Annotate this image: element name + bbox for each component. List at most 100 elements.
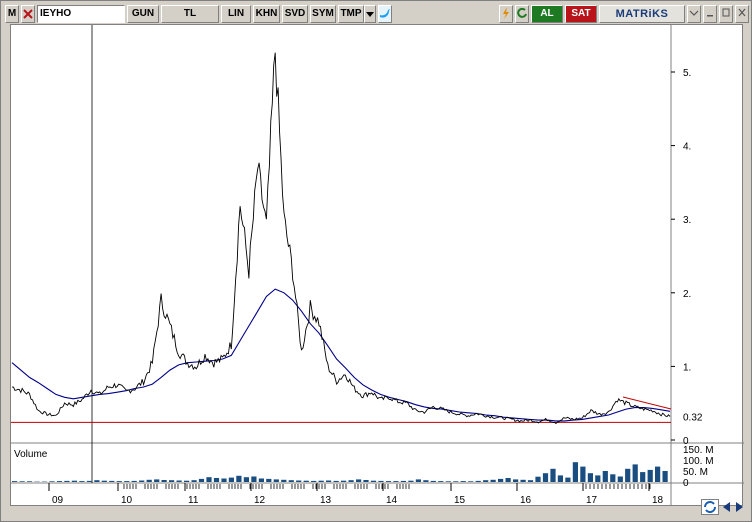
- lightning-button[interactable]: [499, 5, 513, 23]
- symbol-field[interactable]: IEYHO: [37, 5, 125, 23]
- volume-bar: [557, 475, 563, 482]
- tools-button[interactable]: [21, 5, 35, 23]
- close-icon: [738, 8, 746, 17]
- price-panel: [11, 25, 671, 443]
- volume-bar: [572, 462, 578, 482]
- volume-bar: [169, 480, 175, 482]
- volume-bar: [131, 480, 137, 482]
- volume-tick-label: 150. M: [683, 445, 714, 456]
- svd-button[interactable]: SVD: [282, 5, 308, 23]
- volume-bar: [281, 479, 287, 482]
- volume-bar: [393, 481, 399, 482]
- price-chart[interactable]: 5. 4. 3. 2. 1. 0 0.32 Volume 150. M100. M50. …: [11, 25, 744, 507]
- y-tick-label: 5.: [683, 68, 691, 79]
- tools-icon: [23, 9, 33, 19]
- volume-bar: [79, 481, 85, 482]
- price-y-ticks: 5.4.3.2.1.0: [671, 68, 691, 447]
- volume-bar: [370, 480, 377, 482]
- tmp-button[interactable]: TMP: [338, 5, 364, 23]
- maximize-button[interactable]: [719, 5, 733, 23]
- twitter-icon: [380, 9, 390, 18]
- y-tick-label: 1.: [683, 362, 691, 373]
- volume-bar: [647, 469, 653, 482]
- volume-bar: [273, 479, 279, 482]
- volume-bar: [400, 480, 406, 482]
- scale-button[interactable]: LIN: [221, 5, 251, 23]
- volume-bar: [176, 480, 182, 482]
- volume-bar: [124, 481, 130, 482]
- close-button[interactable]: [735, 5, 749, 23]
- khn-button[interactable]: KHN: [253, 5, 280, 23]
- volume-bar: [356, 479, 362, 482]
- volume-bar: [86, 480, 92, 482]
- volume-bar: [161, 480, 167, 482]
- volume-bar: [610, 474, 616, 482]
- menu-button[interactable]: M: [5, 5, 19, 23]
- volume-bar: [617, 476, 623, 482]
- scroll-right-button[interactable]: [734, 501, 745, 513]
- volume-bar: [468, 481, 474, 482]
- volume-bar: [438, 481, 444, 482]
- volume-bar: [453, 481, 459, 482]
- volume-bar: [101, 480, 107, 482]
- brand-logo: MATRiKS: [599, 5, 685, 23]
- y-tick-label: 4.: [683, 142, 691, 153]
- template-dropdown[interactable]: [364, 5, 376, 23]
- x-axis-ticks: 09 10 11 12 13 14 15 16 17 18: [48, 483, 664, 506]
- volume-bar: [64, 480, 70, 482]
- x-axis-minor-ticks: [123, 484, 651, 489]
- scroll-left-button[interactable]: [721, 501, 732, 513]
- volume-bar: [326, 480, 332, 482]
- volume-bar: [12, 481, 18, 482]
- x-tick-label: 15: [454, 495, 466, 506]
- minimize-button[interactable]: [703, 5, 717, 23]
- scroll-controls: [701, 499, 749, 517]
- sell-button[interactable]: SAT: [565, 5, 597, 23]
- volume-bar: [385, 481, 392, 482]
- volume-bar: [341, 480, 347, 482]
- sym-button[interactable]: SYM: [310, 5, 336, 23]
- volume-bar: [333, 480, 339, 482]
- chart-window: M IEYHO GUN TL LIN KHN SVD SYM TMP AL SA…: [0, 0, 752, 522]
- volume-bar: [527, 480, 534, 482]
- volume-bar: [363, 480, 369, 482]
- volume-bar: [513, 479, 519, 482]
- volume-tick-label: 50. M: [683, 467, 708, 478]
- volume-bar: [460, 481, 466, 482]
- dropdown-icon: [366, 12, 374, 17]
- buy-button[interactable]: AL: [531, 5, 563, 23]
- volume-bar: [27, 481, 33, 482]
- volume-bar: [348, 480, 354, 482]
- sync-button[interactable]: [701, 499, 719, 515]
- minimize-icon: [707, 15, 713, 17]
- period-button[interactable]: GUN: [127, 5, 159, 23]
- chart-area[interactable]: 5. 4. 3. 2. 1. 0 0.32 Volume 150. M 100. M 50. …: [10, 24, 744, 507]
- refresh-button[interactable]: [515, 5, 529, 23]
- volume-bar: [288, 480, 294, 482]
- arrow-right-icon: [736, 502, 743, 512]
- x-tick-label: 09: [52, 495, 64, 506]
- collapse-button[interactable]: [687, 5, 701, 23]
- menu-icon: M: [7, 8, 17, 19]
- volume-bar: [258, 478, 264, 482]
- currency-button[interactable]: TL: [161, 5, 219, 23]
- x-tick-label: 17: [586, 495, 598, 506]
- twitter-button[interactable]: [378, 5, 392, 23]
- volume-bar: [587, 473, 593, 482]
- last-value-label: 0.32: [672, 409, 710, 423]
- volume-bar: [580, 466, 586, 482]
- volume-bar: [423, 480, 429, 482]
- volume-bar: [116, 481, 122, 482]
- volume-bar: [483, 480, 489, 482]
- maximize-icon: [722, 8, 730, 17]
- volume-bar: [378, 480, 384, 482]
- arrow-left-icon: [723, 502, 730, 512]
- volume-bar: [71, 480, 77, 482]
- volume-y-ticks: 150. M100. M50. M0: [683, 445, 714, 489]
- volume-bar: [520, 479, 526, 482]
- volume-bar: [146, 479, 152, 482]
- volume-bar: [632, 464, 638, 482]
- y-tick-label: 2.: [683, 289, 691, 300]
- y-tick-label: 3.: [683, 215, 691, 226]
- x-tick-label: 12: [254, 495, 266, 506]
